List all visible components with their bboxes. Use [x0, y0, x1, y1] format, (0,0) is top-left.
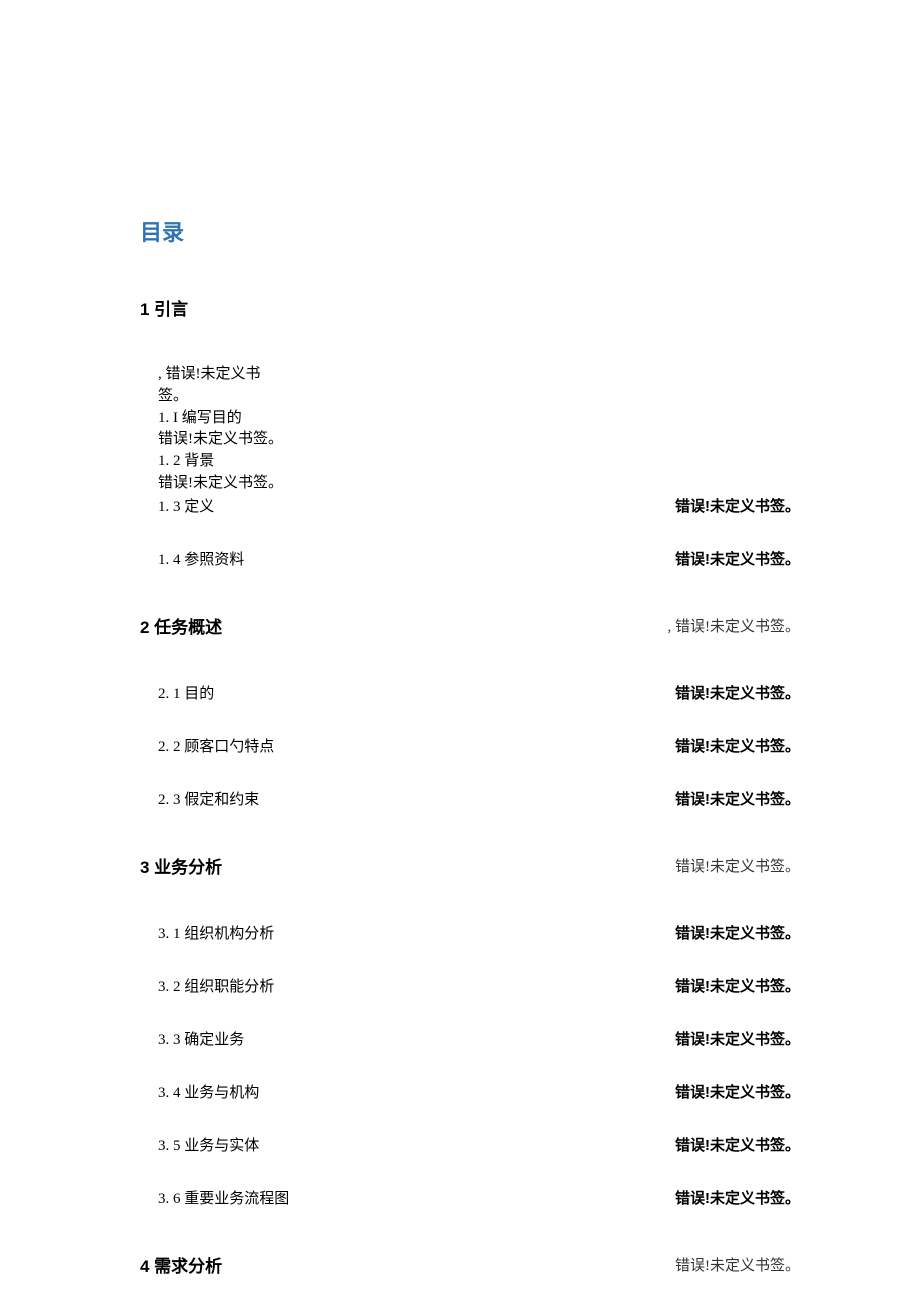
toc-entry-label: 3. 5 业务与实体 [158, 1134, 259, 1155]
section-3-row: 3 业务分析 错误!未定义书签。 [140, 853, 800, 878]
toc-entry-row: 1. 3 定义 错误!未定义书签。 [140, 495, 800, 516]
section-4-row: 4 需求分析 错误!未定义书签。 [140, 1252, 800, 1277]
section-2-row: 2 任务概述 , 错误!未定义书签。 [140, 613, 800, 638]
section-4-heading: 4 需求分析 [140, 1252, 222, 1277]
toc-entry: 1. I 编写目的 [140, 408, 290, 430]
section-3-note: 错误!未定义书签。 [675, 855, 800, 876]
toc-entry-row: 3. 6 重要业务流程图 错误!未定义书签。 [140, 1187, 800, 1208]
section-2-entries: 2. 1 目的 错误!未定义书签。 2. 2 顾客口勺特点 错误!未定义书签。 … [140, 682, 800, 809]
section-1-heading: 1 引言 [140, 295, 188, 320]
toc-entry: , 错误!未定义书签。 [140, 364, 290, 408]
toc-entry-page: 错误!未定义书签。 [675, 682, 800, 703]
toc-entry-page: 错误!未定义书签。 [675, 788, 800, 809]
toc-entry-row: 1. 4 参照资料 错误!未定义书签。 [140, 548, 800, 569]
section-1-entries: , 错误!未定义书签。 1. I 编写目的 错误!未定义书签。 1. 2 背景 … [140, 364, 800, 569]
section-3-heading: 3 业务分析 [140, 853, 222, 878]
toc-entry-label: 2. 2 顾客口勺特点 [158, 735, 274, 756]
toc-entry-page: 错误!未定义书签。 [675, 1081, 800, 1102]
toc-entry-page: 错误!未定义书签。 [675, 975, 800, 996]
toc-entry-page: 错误!未定义书签。 [675, 1187, 800, 1208]
toc-entry-row: 2. 3 假定和约束 错误!未定义书签。 [140, 788, 800, 809]
toc-entry-label: 2. 3 假定和约束 [158, 788, 259, 809]
section-2-heading: 2 任务概述 [140, 613, 222, 638]
section-3-entries: 3. 1 组织机构分析 错误!未定义书签。 3. 2 组织职能分析 错误!未定义… [140, 922, 800, 1208]
section-1-row: 1 引言 [140, 295, 800, 320]
section-4-note: 错误!未定义书签。 [675, 1254, 800, 1275]
toc-entry-page: 错误!未定义书签。 [675, 1134, 800, 1155]
toc-entry-label: 3. 3 确定业务 [158, 1028, 244, 1049]
toc-entry: 错误!未定义书签。 [140, 429, 290, 451]
toc-entry-page: 错误!未定义书签。 [675, 735, 800, 756]
toc-entry-row: 2. 2 顾客口勺特点 错误!未定义书签。 [140, 735, 800, 756]
toc-entry-row: 3. 2 组织职能分析 错误!未定义书签。 [140, 975, 800, 996]
toc-entry-row: 3. 4 业务与机构 错误!未定义书签。 [140, 1081, 800, 1102]
toc-entry-page: 错误!未定义书签。 [675, 495, 800, 516]
toc-entry-label: 2. 1 目的 [158, 682, 214, 703]
toc-entry-row: 3. 5 业务与实体 错误!未定义书签。 [140, 1134, 800, 1155]
toc-entry-page: 错误!未定义书签。 [675, 922, 800, 943]
toc-entry-row: 3. 1 组织机构分析 错误!未定义书签。 [140, 922, 800, 943]
section-2-note: , 错误!未定义书签。 [668, 615, 801, 636]
toc-entry: 错误!未定义书签。 [140, 473, 290, 495]
toc-entry-page: 错误!未定义书签。 [675, 1028, 800, 1049]
toc-entry-row: 3. 3 确定业务 错误!未定义书签。 [140, 1028, 800, 1049]
toc-entry-label: 3. 2 组织职能分析 [158, 975, 274, 996]
toc-entry-row: 2. 1 目的 错误!未定义书签。 [140, 682, 800, 703]
toc-entry-label: 3. 4 业务与机构 [158, 1081, 259, 1102]
toc-entry-label: 3. 1 组织机构分析 [158, 922, 274, 943]
toc-entry-label: 1. 4 参照资料 [158, 548, 244, 569]
toc-entry-page: 错误!未定义书签。 [675, 548, 800, 569]
toc-entry-label: 3. 6 重要业务流程图 [158, 1187, 289, 1208]
toc-title: 目录 [140, 215, 800, 247]
toc-entry: 1. 2 背景 [140, 451, 290, 473]
toc-entry-label: 1. 3 定义 [158, 495, 214, 516]
